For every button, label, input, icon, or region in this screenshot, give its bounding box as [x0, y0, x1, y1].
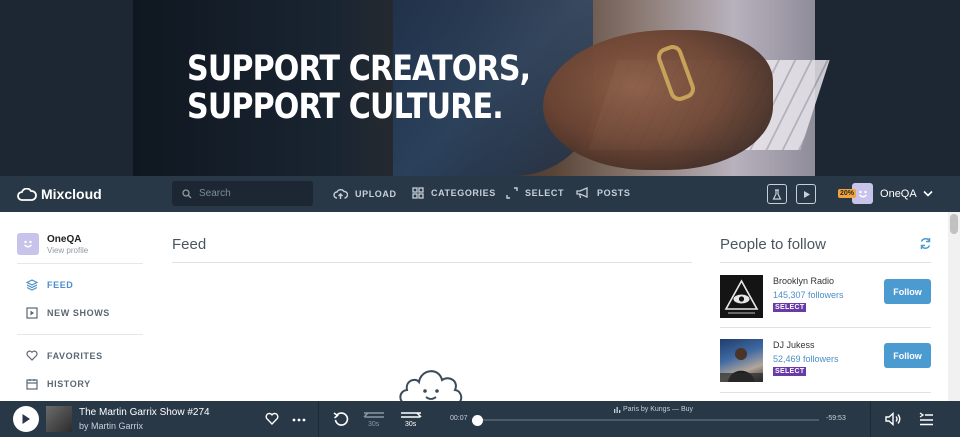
forward-30-icon[interactable]	[399, 410, 423, 420]
rewind-30-icon[interactable]	[362, 410, 386, 420]
rewind-label: 30s	[368, 421, 380, 428]
hero-headline: SUPPORT CREATORS, SUPPORT CULTURE.	[187, 49, 531, 127]
heart-icon	[26, 350, 38, 361]
smiley-avatar-icon	[858, 190, 867, 197]
calendar-icon	[26, 379, 38, 390]
play-icon	[803, 190, 810, 198]
sidebar-item-label: FEED	[47, 280, 74, 290]
megaphone-icon	[576, 187, 588, 199]
person-name[interactable]: Brooklyn Radio	[773, 276, 834, 286]
nav-upload[interactable]: UPLOAD	[333, 187, 397, 200]
heart-icon[interactable]	[265, 412, 279, 425]
ptf-divider	[720, 262, 931, 263]
sidebar-profile[interactable]: OneQA View profile	[17, 233, 88, 255]
person-card[interactable]: DJ Jukess 52,469 followers SELECT Follow	[720, 339, 931, 383]
now-playing[interactable]: Paris by Kungs — Buy	[614, 406, 693, 413]
player-divider	[318, 401, 319, 437]
sidebar-item-new-shows[interactable]: NEW SHOWS	[26, 307, 110, 319]
person-avatar-dj-jukess[interactable]	[720, 339, 763, 382]
hero-headline-line1: SUPPORT CREATORS,	[187, 49, 531, 89]
person-name[interactable]: DJ Jukess	[773, 340, 815, 350]
user-menu[interactable]: 20% OneQA	[838, 183, 933, 204]
search-icon	[182, 188, 192, 198]
player-divider	[870, 401, 871, 437]
queue-list-icon[interactable]	[919, 412, 934, 426]
discount-badge: 20%	[838, 189, 857, 198]
chevron-down-icon	[923, 190, 933, 197]
search-box[interactable]	[172, 181, 313, 206]
person-avatar-brooklyn-radio[interactable]	[720, 275, 763, 318]
creator-icon	[772, 188, 782, 200]
sidebar-item-label: HISTORY	[47, 379, 91, 389]
page-scrollbar[interactable]	[948, 212, 960, 401]
track-artwork[interactable]	[46, 406, 72, 432]
hero-headline-line2: SUPPORT CULTURE.	[187, 87, 504, 127]
sidebar-item-label: FAVORITES	[47, 350, 103, 361]
nav-select[interactable]: SELECT	[506, 187, 564, 199]
progress-bar[interactable]	[477, 419, 819, 421]
play-button[interactable]	[13, 406, 39, 432]
eye-pyramid-logo-icon	[720, 275, 763, 318]
layers-icon	[26, 279, 38, 291]
person-photo-icon	[720, 348, 763, 382]
person-followers: 145,307 followers	[773, 290, 844, 300]
creator-dashboard-button[interactable]	[767, 184, 787, 204]
smiley-avatar-icon	[24, 240, 32, 248]
nav-categories-label: CATEGORIES	[431, 188, 496, 198]
feed-divider	[172, 262, 692, 263]
scrollbar-thumb[interactable]	[950, 214, 958, 234]
follow-button[interactable]: Follow	[884, 343, 931, 368]
ptf-divider	[720, 392, 931, 393]
sidebar-item-favorites[interactable]: FAVORITES	[26, 350, 103, 361]
remaining-time: -59:53	[826, 415, 846, 422]
live-stream-button[interactable]	[796, 184, 816, 204]
ptf-divider	[720, 327, 931, 328]
person-card[interactable]: Brooklyn Radio 145,307 followers SELECT …	[720, 275, 931, 319]
mixcloud-logo[interactable]: Mixcloud	[17, 186, 102, 202]
replay-icon[interactable]	[333, 411, 349, 427]
profile-avatar	[17, 233, 39, 255]
volume-icon[interactable]	[885, 412, 902, 426]
play-square-icon	[26, 307, 38, 319]
hero-banner[interactable]: SUPPORT CREATORS, SUPPORT CULTURE.	[0, 0, 960, 176]
select-badge: SELECT	[773, 367, 807, 376]
view-profile-link[interactable]: View profile	[47, 246, 88, 255]
follow-button[interactable]: Follow	[884, 279, 931, 304]
upload-cloud-icon	[333, 188, 348, 199]
elapsed-time: 00:07	[450, 415, 468, 422]
track-title[interactable]: The Martin Garrix Show #274	[79, 407, 210, 418]
nav-upload-label: UPLOAD	[355, 188, 397, 199]
search-input[interactable]	[199, 188, 299, 199]
audio-player: The Martin Garrix Show #274 by Martin Ga…	[0, 401, 960, 437]
select-brackets-icon	[506, 187, 518, 199]
logo-text: Mixcloud	[41, 186, 102, 202]
nav-categories[interactable]: CATEGORIES	[412, 187, 496, 199]
sidebar-item-label: NEW SHOWS	[47, 308, 110, 318]
profile-name: OneQA	[47, 233, 82, 245]
sidebar-item-history[interactable]: HISTORY	[26, 378, 91, 390]
nav-posts-label: POSTS	[597, 188, 631, 198]
progress-handle[interactable]	[472, 415, 483, 426]
nav-select-label: SELECT	[525, 188, 565, 198]
person-followers: 52,469 followers	[773, 354, 839, 364]
sidebar-divider	[17, 263, 143, 264]
username: OneQA	[880, 187, 917, 200]
cloud-logo-icon	[17, 187, 37, 201]
grid-icon	[412, 187, 424, 199]
track-artist[interactable]: by Martin Garrix	[79, 421, 143, 431]
play-icon	[22, 414, 30, 424]
sidebar-item-feed[interactable]: FEED	[26, 279, 73, 291]
sidebar-divider	[17, 334, 143, 335]
forward-label: 30s	[405, 421, 417, 428]
people-to-follow-title: People to follow	[720, 236, 826, 253]
refresh-icon[interactable]	[919, 237, 932, 250]
select-badge: SELECT	[773, 303, 807, 312]
more-options-icon[interactable]	[292, 418, 306, 422]
now-playing-text: Paris by Kungs — Buy	[623, 406, 694, 413]
equalizer-icon	[614, 406, 621, 413]
feed-title: Feed	[172, 236, 207, 253]
top-nav: Mixcloud UPLOAD CATEGORIES SELECT	[0, 176, 960, 212]
nav-posts[interactable]: POSTS	[576, 187, 631, 199]
cloud-smiley-icon	[399, 370, 463, 403]
